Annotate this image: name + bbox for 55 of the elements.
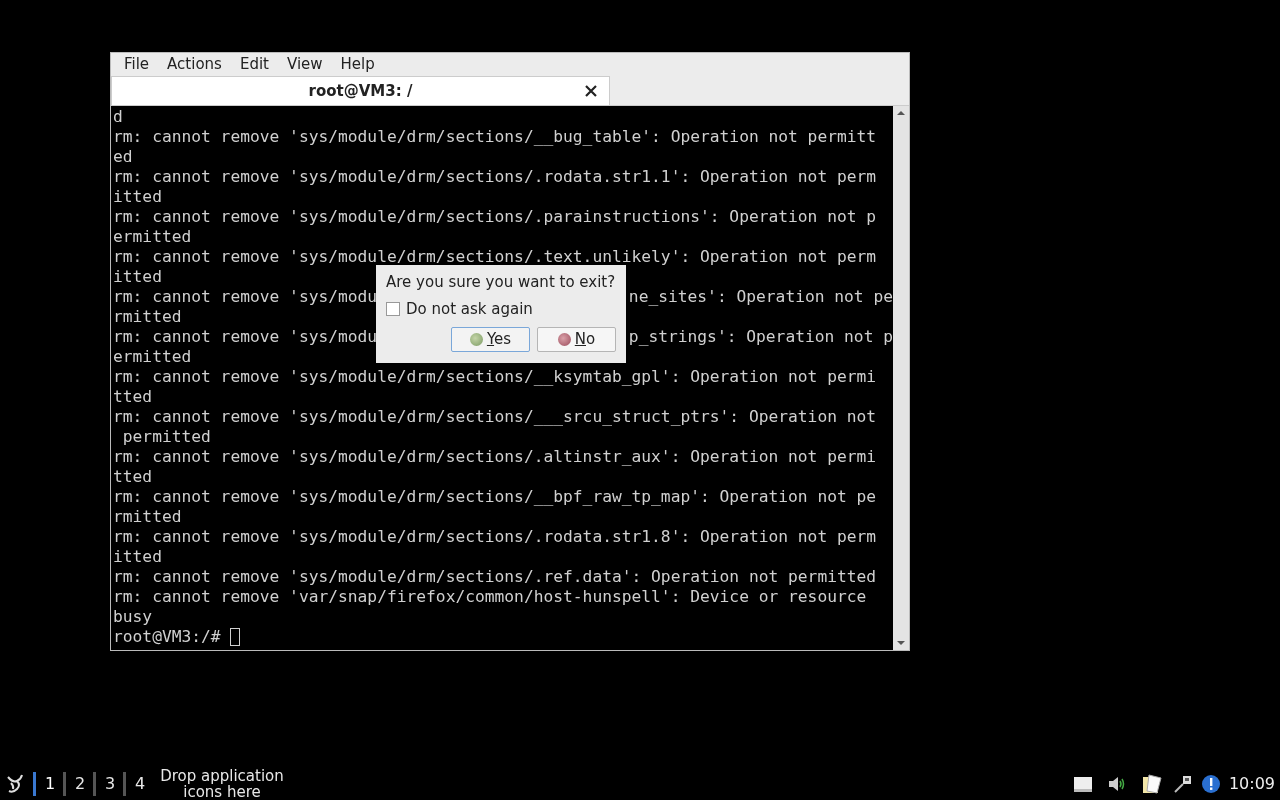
terminal-line: rm: cannot remove 'sys/module/drm/sections/.parainstructions': Operation not p [113,207,877,227]
menu-item[interactable]: Help [331,52,384,76]
speaker-icon[interactable] [1106,775,1127,793]
terminal-line: rm: cannot remove 'sys/module/drm/sections/___srcu_struct_ptrs': Operation not [113,407,877,427]
dialog-message: Are you sure you want to exit? [386,272,616,293]
terminal-line: rm: cannot remove 'sys/module/drm/sections/.rodata.str1.8': Operation not perm [113,527,877,547]
terminal-line: ermitted [113,227,192,247]
text-cursor [230,628,241,646]
info-icon[interactable] [1200,774,1221,794]
terminal-line: ne_sites': Operation not pe [628,287,893,307]
launcher-hint: Drop application icons here [159,768,285,800]
terminal-line: rm: cannot remove 'sys/module/drm/sections/__ksymtab_gpl': Operation not permi [113,367,877,387]
terminal-line: busy [113,607,153,627]
menu-item[interactable]: View [277,52,332,76]
terminal-line: rm: cannot remove 'sys/modu [113,287,378,307]
workspace-button[interactable]: 2 [75,772,93,796]
terminal-line: rm: cannot remove 'sys/module/drm/sections/.ref.data': Operation not permitted [113,567,877,587]
terminal-line: tted [113,467,153,487]
network-icon[interactable] [1172,774,1193,794]
no-button[interactable]: No [537,327,616,352]
terminal-line: tted [113,387,153,407]
terminal-line: itted [113,187,162,207]
tab[interactable]: root@VM3: / [111,76,610,105]
workspace-button[interactable]: 4 [135,772,153,796]
close-icon[interactable] [585,85,597,97]
yes-button[interactable]: Yes [451,327,530,352]
terminal-line: ed [113,147,133,167]
menu-item[interactable]: File [115,52,159,76]
terminal-line: rm: cannot remove 'sys/module/drm/sections/.altinstr_aux': Operation not permi [113,447,877,467]
checkbox-label: Do not ask again [406,298,533,320]
clock: 10:09 [1228,773,1275,795]
clipboard-icon[interactable] [1140,774,1163,794]
terminal-line: rm: cannot remove 'sys/module/drm/sections/__bug_table': Operation not permitt [113,127,877,147]
menu-item[interactable]: Edit [230,52,278,76]
terminal-line: rm: cannot remove 'sys/module/drm/sections/.rodata.str1.1': Operation not perm [113,167,877,187]
terminal-line: ermitted [113,347,192,367]
terminal-line: rm: cannot remove 'var/snap/firefox/common/host-hunspell': Device or resource [113,587,867,607]
checkbox[interactable] [386,301,400,316]
terminal-line: rm: cannot remove 'sys/modu [113,327,378,347]
terminal-line: rmitted [113,307,182,327]
terminal-line: rmitted [113,507,182,527]
terminal-line: d [113,107,123,127]
bird-icon[interactable] [5,773,25,795]
drive-icon[interactable] [1072,775,1093,793]
terminal-line: rm: cannot remove 'sys/module/drm/sections/__bpf_raw_tp_map': Operation not pe [113,487,877,507]
terminal-line: p_strings': Operation not p [628,327,893,347]
menu-item[interactable]: Actions [158,52,231,76]
scrollbar[interactable] [893,106,909,650]
terminal-line: itted [113,267,162,287]
workspace-button[interactable]: 1 [45,772,63,796]
terminal-line: permitted [121,427,211,447]
terminal-line: rm: cannot remove 'sys/module/drm/sections/.text.unlikely': Operation not perm [113,247,877,267]
shell-prompt: root@VM3:/# [113,627,222,647]
workspace-button[interactable]: 3 [105,772,123,796]
terminal-line: itted [113,547,162,567]
